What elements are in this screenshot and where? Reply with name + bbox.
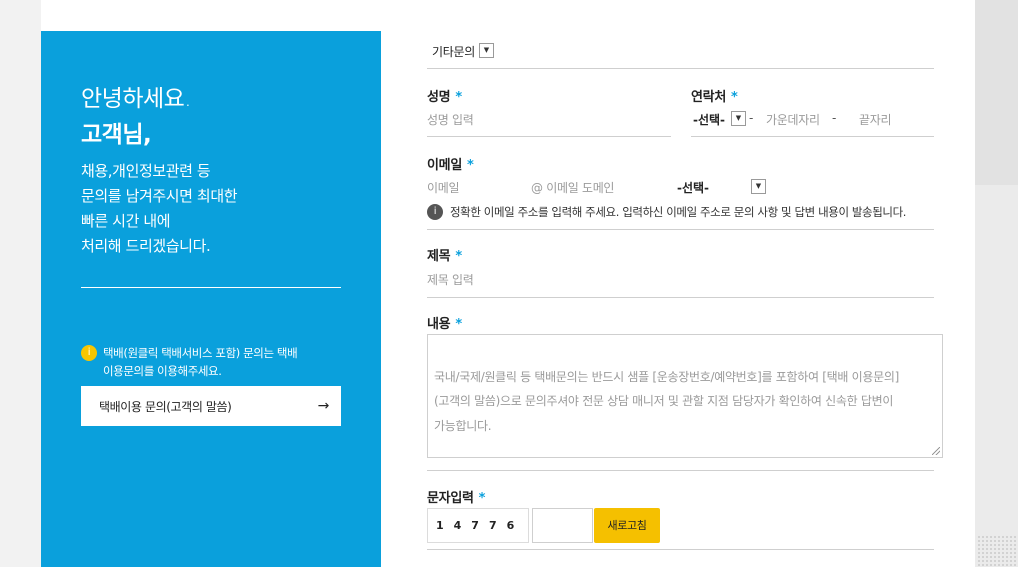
name-label: 성명 * (427, 90, 462, 105)
contact-dash: - (749, 111, 754, 125)
greeting-line-2: 고객님, (81, 122, 152, 148)
divider (427, 68, 934, 69)
delivery-inquiry-button[interactable]: 택배이용 문의(고객의 말씀) → (81, 386, 341, 426)
promo-divider (81, 287, 341, 288)
subject-input[interactable]: 제목 입력 (427, 271, 474, 288)
email-domain-input[interactable]: @ 이메일 도메인 (531, 179, 614, 196)
email-label: 이메일 * (427, 158, 474, 173)
refresh-button[interactable]: 새로고침 (594, 508, 660, 543)
email-domain-select-value: -선택- (677, 181, 710, 195)
email-id-input[interactable]: 이메일 (427, 179, 460, 196)
category-select-value: 기타문의 (432, 45, 475, 59)
arrow-right-icon: → (317, 398, 330, 414)
captcha-label: 문자입력 * (427, 491, 486, 506)
divider (427, 549, 934, 550)
resize-grip-icon[interactable] (932, 447, 940, 455)
contact-label: 연락처 * (691, 90, 738, 105)
contact-underline (691, 136, 934, 137)
contact-middle-input[interactable]: 가운데자리 (766, 111, 820, 128)
delivery-notice-text: 택배(원클릭 택배서비스 포함) 문의는 택배 이용문의를 이용해주세요. (103, 346, 298, 378)
email-info-notice: i 정확한 이메일 주소를 입력해 주세요. 입력하신 이메일 주소로 문의 사… (427, 204, 906, 220)
content-textarea[interactable]: 국내/국제/원클릭 등 택배문의는 반드시 샘플 [운송장번호/예약번호]를 포… (427, 334, 943, 458)
chevron-down-icon[interactable]: ▼ (751, 179, 766, 194)
name-underline (427, 136, 671, 137)
email-info-text: 정확한 이메일 주소를 입력해 주세요. 입력하신 이메일 주소로 문의 사항 … (450, 205, 907, 219)
contact-last-input[interactable]: 끝자리 (859, 111, 892, 128)
subject-label: 제목 * (427, 249, 462, 264)
subject-underline (427, 297, 934, 298)
promo-panel: 안녕하세요. 고객님, 채용,개인정보관련 등 문의를 남겨주시면 최대한 빠른… (41, 31, 381, 567)
background-strip (975, 0, 1018, 185)
page-background-right (975, 0, 1018, 567)
greeting-line-1: 안녕하세요. (81, 86, 192, 112)
page-background-left (0, 0, 41, 567)
contact-dash: - (832, 111, 837, 125)
promo-description: 채용,개인정보관련 등 문의를 남겨주시면 최대한 빠른 시간 내에 처리해 드… (81, 162, 238, 255)
delivery-notice: i 택배(원클릭 택배서비스 포함) 문의는 택배 이용문의를 이용해주세요. (81, 344, 341, 380)
captcha-input[interactable] (532, 508, 593, 543)
content-placeholder: 국내/국제/원클릭 등 택배문의는 반드시 샘플 [운송장번호/예약번호]를 포… (434, 369, 899, 433)
contact-prefix-value: -선택- (693, 113, 726, 127)
name-input[interactable]: 성명 입력 (427, 111, 474, 128)
divider (427, 229, 934, 230)
info-icon: i (427, 204, 443, 220)
captcha-code: 14776 (427, 508, 529, 543)
info-icon: i (81, 345, 97, 361)
background-dot-pattern (977, 535, 1018, 567)
content-label: 내용 * (427, 317, 462, 332)
chevron-down-icon[interactable]: ▼ (731, 111, 746, 126)
delivery-inquiry-button-label: 택배이용 문의(고객의 말씀) (99, 399, 232, 414)
chevron-down-icon[interactable]: ▼ (479, 43, 494, 58)
divider (427, 470, 934, 471)
